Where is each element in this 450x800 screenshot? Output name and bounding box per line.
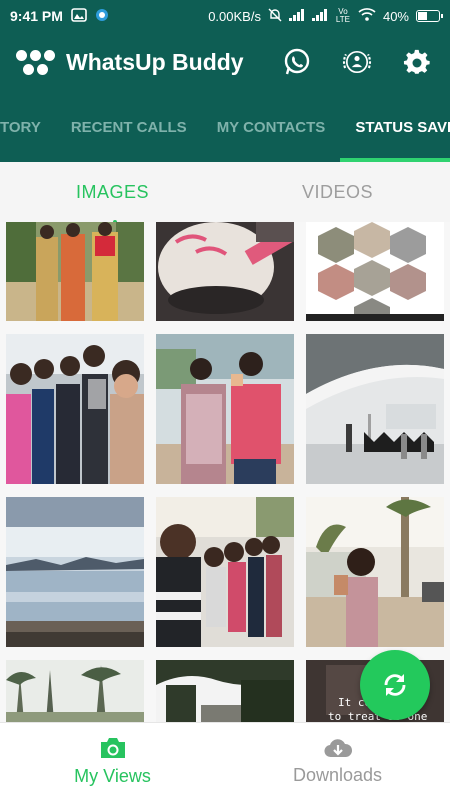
status-image-9[interactable] <box>306 497 444 647</box>
status-image-8[interactable] <box>156 497 294 647</box>
mute-icon <box>268 8 282 25</box>
premium-badge-button[interactable] <box>340 45 374 79</box>
main-tabs: TORY RECENT CALLS MY CONTACTS STATUS SAV… <box>0 92 450 162</box>
status-bar: 9:41 PM 0.00KB/s Vo LTE 40% <box>0 0 450 32</box>
circle-notification-icon <box>95 8 109 25</box>
status-image-5[interactable] <box>156 334 294 484</box>
status-image-7[interactable] <box>6 497 144 647</box>
app-bar: WhatsUp Buddy <box>0 32 450 92</box>
nav-my-views[interactable]: My Views <box>0 723 225 800</box>
volte-label: Vo LTE <box>335 7 350 24</box>
subtab-videos[interactable]: VIDEOS <box>225 162 450 222</box>
camera-icon <box>100 738 125 758</box>
status-image-11[interactable] <box>156 660 294 722</box>
status-image-grid: It co to treat so one <box>0 222 450 722</box>
signal-icon-2 <box>311 8 328 24</box>
settings-button[interactable] <box>400 45 434 79</box>
gallery-notification-icon <box>71 7 87 25</box>
whatsapp-icon <box>284 48 310 75</box>
network-speed: 0.00KB/s <box>208 8 261 24</box>
tab-history[interactable]: TORY <box>0 92 56 162</box>
signal-icon-1 <box>288 8 305 24</box>
status-image-1[interactable] <box>6 222 144 321</box>
media-subtabs: IMAGES VIDEOS <box>0 162 450 224</box>
subtab-images[interactable]: IMAGES <box>0 162 225 224</box>
tab-status-saver[interactable]: STATUS SAVER <box>340 92 450 162</box>
refresh-fab-button[interactable] <box>360 650 430 720</box>
battery-percent: 40% <box>382 8 409 24</box>
status-image-10[interactable] <box>6 660 144 722</box>
badge-icon <box>342 50 372 74</box>
app-logo-icon <box>16 49 60 75</box>
status-image-4[interactable] <box>6 334 144 484</box>
tab-my-contacts[interactable]: MY CONTACTS <box>202 92 341 162</box>
cloud-download-icon <box>323 739 352 758</box>
app-title: WhatsUp Buddy <box>66 48 244 75</box>
tab-recent-calls[interactable]: RECENT CALLS <box>56 92 202 162</box>
bottom-navigation: My Views Downloads <box>0 722 450 800</box>
battery-icon <box>416 10 443 22</box>
nav-downloads[interactable]: Downloads <box>225 723 450 800</box>
status-image-6[interactable] <box>306 334 444 484</box>
status-time: 9:41 PM <box>10 8 63 24</box>
nav-my-views-label: My Views <box>74 766 151 786</box>
nav-downloads-label: Downloads <box>292 765 383 785</box>
refresh-icon <box>384 674 406 696</box>
wifi-icon <box>358 8 376 24</box>
gear-icon <box>403 49 430 74</box>
status-image-3[interactable] <box>306 222 444 321</box>
status-image-2[interactable] <box>156 222 294 321</box>
whatsapp-button[interactable] <box>280 45 314 79</box>
